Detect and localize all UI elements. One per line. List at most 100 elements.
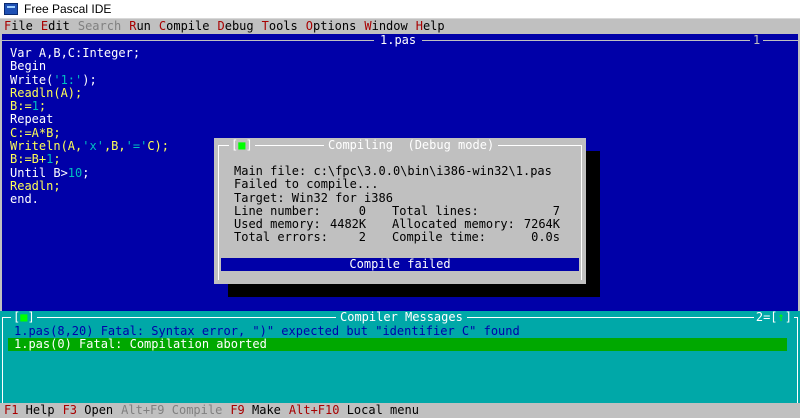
menu-hotkey: D — [217, 19, 225, 33]
code-token: ; — [38, 99, 47, 114]
code-line[interactable]: Write('1:'); — [10, 72, 169, 87]
menu-run[interactable]: Run — [125, 19, 155, 34]
stat-value: 7264K — [523, 217, 560, 232]
status-label: Help — [18, 403, 55, 417]
code-token: B:= — [10, 99, 32, 114]
code-line[interactable]: Writeln(A,'x',B,'='C); — [10, 139, 169, 154]
code-line[interactable]: Readln(A); — [10, 85, 169, 100]
code-line[interactable]: Repeat — [10, 113, 169, 126]
menu-file[interactable]: File — [0, 19, 37, 34]
stat-value: 0.0s — [531, 230, 560, 245]
compile-status-line: Failed to compile... — [234, 177, 379, 192]
code-area[interactable]: Var A,B,C:Integer; Begin Write('1:'); Readl… — [10, 46, 169, 207]
menu-window[interactable]: Window — [360, 19, 411, 34]
app-icon — [4, 3, 18, 15]
code-line[interactable]: end. — [10, 193, 169, 206]
code-line[interactable]: B:=B+1; — [10, 153, 169, 166]
status-label: Compile — [164, 403, 223, 417]
window-title: Free Pascal IDE — [24, 2, 112, 16]
menu-label: ompile — [166, 19, 210, 33]
status-key: F3 — [62, 403, 78, 417]
menu-bar: File Edit Search Run Compile Debug Tools Option… — [0, 19, 800, 34]
compiler-messages-window[interactable]: [■] Compiler Messages 2=[↑] 1.pas(8,20) … — [0, 311, 800, 403]
stat-value: 2 — [358, 230, 366, 245]
messages-zoom-button[interactable]: 2=[↑] — [753, 310, 794, 324]
code-token: '=' — [125, 139, 148, 154]
code-line[interactable]: C:=A*B; — [10, 126, 169, 140]
status-key: Alt+F10 — [288, 403, 340, 417]
menu-compile[interactable]: Compile — [155, 19, 214, 34]
menu-label: indow — [371, 19, 408, 33]
status-alt-f10[interactable]: Alt+F10 Local menu — [285, 403, 423, 418]
code-line[interactable]: Until B>10; — [10, 165, 169, 180]
menu-hotkey: O — [305, 19, 313, 33]
menu-debug[interactable]: Debug — [213, 19, 257, 34]
menu-label: ebug — [224, 19, 254, 33]
code-token: Var A,B,C:Integer; — [10, 46, 141, 60]
zoom-arrow-icon: ↑ — [777, 310, 785, 324]
code-line[interactable]: Begin — [10, 60, 169, 73]
menu-hotkey: H — [415, 19, 423, 33]
status-alt-f9[interactable]: Alt+F9 Compile — [117, 403, 226, 418]
menu-label: ptions — [313, 19, 357, 33]
status-f3[interactable]: F3 Open — [59, 403, 118, 418]
stat-label: Compile time: — [392, 230, 486, 245]
status-key: F9 — [230, 403, 245, 417]
menu-label: earch — [85, 19, 122, 33]
code-line[interactable]: Var A,B,C:Integer; — [10, 46, 169, 60]
code-token: Readln; — [10, 178, 61, 193]
compile-dialog[interactable]: [■] Compiling (Debug mode) Main file: c:… — [214, 138, 586, 284]
stat-value: 4482K — [330, 217, 367, 232]
code-token: Writeln(A, — [10, 139, 83, 154]
messages-list[interactable]: 1.pas(8,20) Fatal: Syntax error, ")" exp… — [8, 325, 792, 351]
dialog-body: Main file: c:\fpc\3.0.0\bin\i386-win32\1… — [234, 164, 560, 245]
stat-label: Line number: — [234, 203, 321, 218]
code-token: end. — [10, 192, 39, 207]
status-key: F1 — [4, 403, 19, 417]
main-file-line: Main file: c:\fpc\3.0.0\bin\i386-win32\1… — [234, 164, 552, 178]
menu-options[interactable]: Options — [302, 19, 361, 34]
code-token: 'x' — [82, 139, 104, 154]
stat-label: Total lines: — [392, 203, 479, 218]
code-token: Repeat — [10, 112, 54, 127]
messages-close-button[interactable]: [■] — [11, 311, 37, 324]
code-token: Readln(A); — [10, 85, 83, 100]
code-token: ; — [82, 165, 90, 180]
stat-label: Total errors: — [234, 230, 328, 245]
stat-value: 7 — [552, 203, 560, 218]
status-label: Open — [77, 403, 114, 417]
menu-search[interactable]: Search — [74, 19, 125, 34]
status-bar: F1 Help F3 Open Alt+F9 Compile F9 Make Alt+F… — [0, 403, 800, 418]
stat-label: Allocated memory: — [392, 217, 515, 232]
code-token: 10 — [67, 165, 83, 180]
compile-result-bar: Compile failed — [221, 258, 579, 271]
target-line: Target: Win32 for i386 — [234, 190, 393, 205]
code-token: C); — [147, 139, 169, 154]
compile-stats: Line number: 0 Total lines: 7 Used memory: 44… — [234, 203, 560, 245]
stat-row: Total errors: 2 Compile time: 0.0s — [234, 230, 560, 245]
menu-label: dit — [48, 19, 70, 33]
dialog-close-button[interactable]: [■] — [229, 139, 255, 152]
menu-hotkey: S — [77, 19, 86, 33]
status-label: Local menu — [339, 403, 419, 417]
code-token: B:=B+ — [10, 152, 47, 167]
code-token: ); — [82, 72, 97, 87]
code-line[interactable]: Readln; — [10, 178, 169, 193]
code-token: '1:' — [53, 72, 83, 87]
code-token: ,B, — [103, 139, 126, 154]
code-line[interactable]: B:=1; — [10, 100, 169, 113]
stat-value: 0 — [358, 203, 366, 218]
messages-scrollbar[interactable] — [787, 325, 797, 401]
editor-title: 1.pas — [374, 34, 423, 47]
stat-label: Used memory: — [234, 217, 321, 232]
dialog-title: Compiling (Debug mode) — [324, 138, 499, 152]
menu-help[interactable]: Help — [412, 19, 449, 34]
message-item[interactable]: 1.pas(0) Fatal: Compilation aborted — [8, 338, 792, 351]
status-f9[interactable]: F9 Make — [226, 403, 285, 418]
menu-tools[interactable]: Tools — [258, 19, 302, 34]
menu-label: ools — [268, 19, 298, 33]
menu-edit[interactable]: Edit — [37, 19, 74, 34]
code-token: 1 — [31, 99, 39, 114]
status-f1[interactable]: F1 Help — [0, 403, 59, 418]
menu-hotkey: W — [364, 19, 372, 33]
